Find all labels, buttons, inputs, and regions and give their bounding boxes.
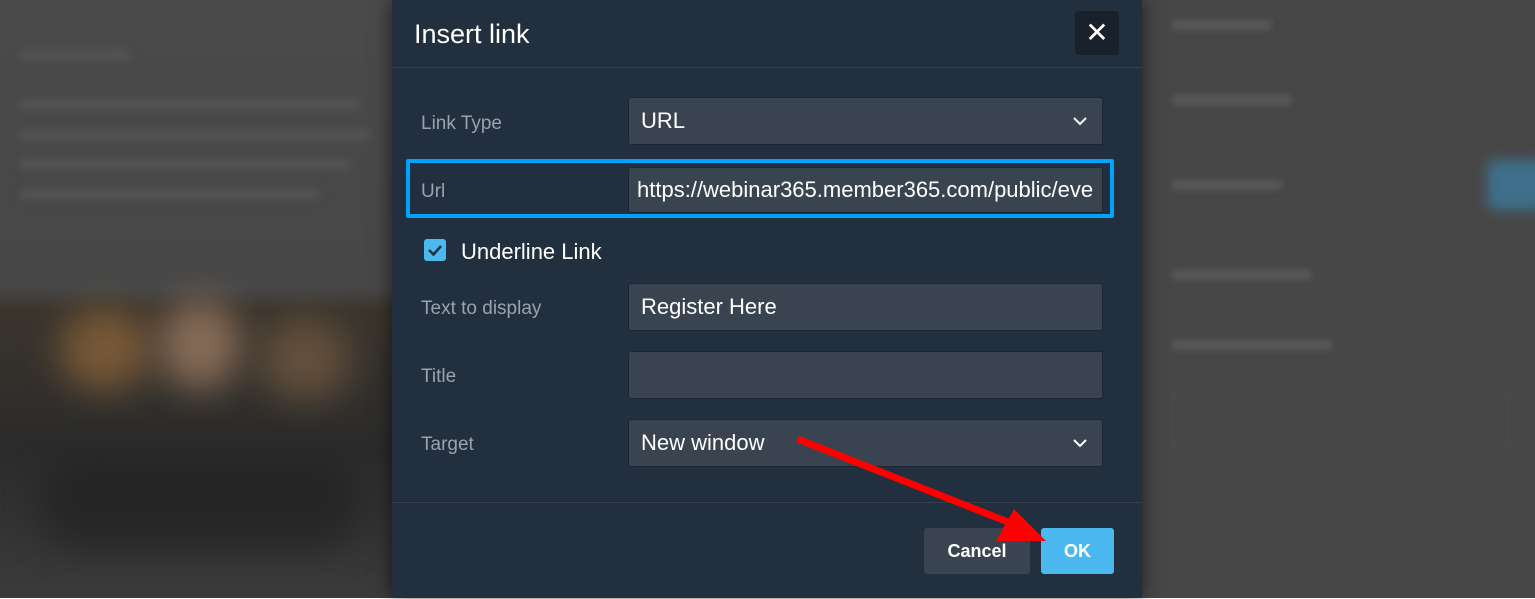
bg-blur-blob xyxy=(40,460,360,550)
checkmark-icon xyxy=(428,245,442,257)
bg-blur-line xyxy=(1172,340,1332,350)
underline-link-checkbox[interactable] xyxy=(424,239,446,261)
bg-blur-line xyxy=(1172,270,1312,280)
cancel-button[interactable]: Cancel xyxy=(924,528,1030,574)
background-right-panel xyxy=(1142,0,1535,598)
bg-blur-line xyxy=(20,160,350,169)
underline-link-label: Underline Link xyxy=(461,239,602,264)
bg-blur-line xyxy=(20,50,130,59)
title-input[interactable] xyxy=(628,351,1103,399)
bg-blur-blob xyxy=(160,300,240,390)
insert-link-dialog: Insert link ✕ Link Type URL Url https://… xyxy=(392,0,1142,598)
bg-blur-line xyxy=(20,100,360,109)
bg-blur-line xyxy=(20,130,370,139)
close-button[interactable]: ✕ xyxy=(1075,11,1119,55)
target-value: New window xyxy=(641,430,765,455)
chevron-down-icon xyxy=(1073,117,1087,126)
background-left-panel xyxy=(0,0,392,598)
bg-blur-line xyxy=(1172,95,1292,105)
bg-blur-line xyxy=(1172,20,1272,30)
url-value: https://webinar365.member365.com/public/… xyxy=(637,177,1094,202)
title-label: Title xyxy=(421,366,457,387)
bg-blur-line xyxy=(20,190,320,199)
ok-button[interactable]: OK xyxy=(1041,528,1114,574)
text-to-display-input[interactable]: Register Here xyxy=(628,283,1103,331)
bg-blur-blob xyxy=(60,310,150,390)
target-label: Target xyxy=(421,434,474,455)
link-type-label: Link Type xyxy=(421,113,502,134)
bg-blur-blob xyxy=(260,320,350,400)
url-label: Url xyxy=(421,181,446,202)
dialog-header: Insert link ✕ xyxy=(392,0,1142,68)
bg-blur-box xyxy=(1172,395,1509,445)
bg-blur-button xyxy=(1487,160,1535,210)
link-type-value: URL xyxy=(641,108,686,133)
url-input[interactable]: https://webinar365.member365.com/public/… xyxy=(628,167,1103,213)
dialog-title: Insert link xyxy=(414,19,530,49)
bg-blur-line xyxy=(1172,180,1282,190)
target-select[interactable]: New window xyxy=(628,419,1103,467)
close-icon: ✕ xyxy=(1085,17,1109,48)
dialog-footer: Cancel OK xyxy=(392,502,1142,599)
link-type-select[interactable]: URL xyxy=(628,97,1103,145)
text-to-display-label: Text to display xyxy=(421,298,542,319)
text-to-display-value: Register Here xyxy=(641,294,777,319)
chevron-down-icon xyxy=(1073,439,1087,448)
